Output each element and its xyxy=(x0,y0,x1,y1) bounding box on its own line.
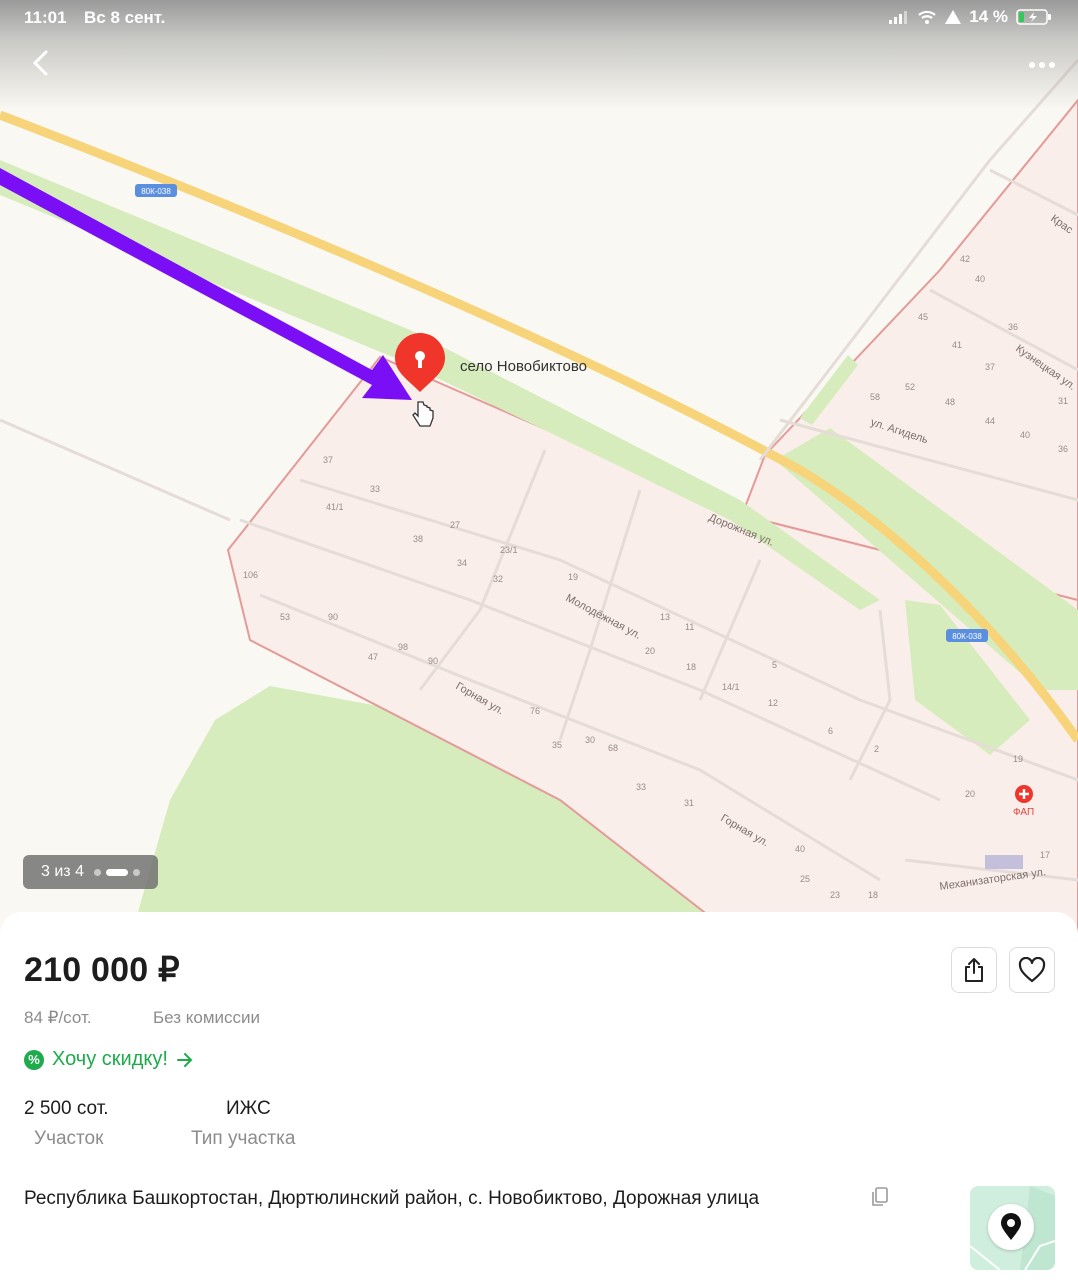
house-number: 18 xyxy=(686,662,696,672)
house-number: 27 xyxy=(450,520,460,530)
wifi-icon xyxy=(918,10,936,24)
house-number: 90 xyxy=(428,656,438,666)
copy-address-button[interactable] xyxy=(870,1186,890,1208)
house-number: 20 xyxy=(965,789,975,799)
status-indicators: 14 % xyxy=(889,7,1052,27)
house-number: 47 xyxy=(368,652,378,662)
house-number: 36 xyxy=(1008,322,1018,332)
copy-icon xyxy=(872,1187,888,1206)
house-number: 45 xyxy=(918,312,928,322)
house-number: 6 xyxy=(828,726,833,736)
house-number: 19 xyxy=(568,572,578,582)
house-number: 35 xyxy=(552,740,562,750)
house-number: 17 xyxy=(1040,850,1050,860)
more-button[interactable] xyxy=(1028,58,1056,70)
building xyxy=(985,855,1023,869)
back-button[interactable] xyxy=(26,48,56,78)
map-image[interactable]: 80К-038 80К-038 ул. Агидель Дорожная ул.… xyxy=(0,0,1078,940)
house-number: 106 xyxy=(243,570,258,580)
house-number: 19 xyxy=(1013,754,1023,764)
gallery-counter-text: 3 из 4 xyxy=(41,863,84,880)
house-number: 23/1 xyxy=(500,545,518,555)
house-number: 5 xyxy=(772,660,777,670)
address: Республика Башкортостан, Дюртюлинский ра… xyxy=(24,1188,760,1209)
house-number: 33 xyxy=(370,484,380,494)
battery-icon xyxy=(1016,9,1051,25)
param-area-value: 2 500 сот. xyxy=(24,1098,109,1119)
house-number: 38 xyxy=(413,534,423,544)
poi-label: ФАП xyxy=(1013,807,1034,818)
arrow-right-icon xyxy=(176,1052,193,1067)
listing-details: 210 000 ₽ 84 ₽/сот. Без комиссии % Хочу … xyxy=(0,912,1078,1280)
param-area-label: Участок xyxy=(34,1128,104,1149)
gallery-dots xyxy=(93,868,140,876)
price: 210 000 ₽ xyxy=(24,951,180,989)
house-number: 13 xyxy=(660,612,670,622)
param-type-value: ИЖС xyxy=(226,1098,271,1119)
house-number: 58 xyxy=(870,392,880,402)
discount-link[interactable]: % Хочу скидку! xyxy=(24,1048,194,1071)
share-button[interactable] xyxy=(951,947,997,993)
location-services-icon xyxy=(945,10,962,24)
chevron-left-icon xyxy=(32,50,48,76)
house-number: 34 xyxy=(457,558,467,568)
status-bar: 11:01 Вс 8 сент. 14 % xyxy=(0,0,1078,36)
house-number: 76 xyxy=(530,706,540,716)
house-number: 53 xyxy=(280,612,290,622)
map-graphic: 80К-038 80К-038 ул. Агидель Дорожная ул.… xyxy=(0,59,1078,940)
village-label: село Новобиктово xyxy=(460,358,587,375)
house-number: 90 xyxy=(328,612,338,622)
house-number: 48 xyxy=(945,397,955,407)
house-number: 40 xyxy=(1020,430,1030,440)
house-number: 25 xyxy=(800,874,810,884)
percent-icon: % xyxy=(24,1049,44,1070)
road-badge-text: 80К-038 xyxy=(141,187,171,196)
house-number: 44 xyxy=(985,416,995,426)
signal-icon xyxy=(889,10,908,24)
house-number: 36 xyxy=(1058,444,1068,454)
gallery-dot xyxy=(132,868,140,876)
house-number: 98 xyxy=(398,642,408,652)
house-number: 14/1 xyxy=(722,682,740,692)
house-number: 30 xyxy=(585,735,595,745)
heart-icon xyxy=(1018,957,1046,983)
gallery-counter: 3 из 4 xyxy=(23,855,158,889)
location-pin-button xyxy=(988,1204,1034,1250)
house-number: 12 xyxy=(768,698,778,708)
house-number: 41 xyxy=(952,340,962,350)
house-number: 11 xyxy=(685,622,694,632)
house-number: 40 xyxy=(795,844,805,854)
house-number: 37 xyxy=(323,455,333,465)
more-dots-icon xyxy=(1029,62,1055,68)
gallery-dot xyxy=(93,868,101,876)
location-pin-icon xyxy=(1001,1213,1021,1240)
house-number: 31 xyxy=(684,798,694,808)
share-icon xyxy=(965,958,983,982)
battery-percent: 14 % xyxy=(969,7,1008,26)
commission: Без комиссии xyxy=(153,1008,261,1027)
house-number: 2 xyxy=(874,744,879,754)
house-number: 52 xyxy=(905,382,915,392)
house-number: 23 xyxy=(830,890,840,900)
house-number: 37 xyxy=(985,362,995,372)
house-number: 32 xyxy=(493,574,503,584)
gallery-dot-active xyxy=(105,868,128,876)
house-number: 20 xyxy=(645,646,655,656)
road-badge-text: 80К-038 xyxy=(952,632,982,641)
mini-map-button[interactable] xyxy=(970,1186,1055,1270)
house-number: 41/1 xyxy=(326,502,344,512)
house-number: 33 xyxy=(636,782,646,792)
favorite-button[interactable] xyxy=(1009,947,1055,993)
house-number: 18 xyxy=(868,890,878,900)
house-number: 42 xyxy=(960,254,970,264)
price-per-unit: 84 ₽/сот. xyxy=(24,1008,92,1027)
pointer-arrow xyxy=(0,168,412,400)
discount-label: Хочу скидку! xyxy=(52,1048,168,1070)
status-date: Вс 8 сент. xyxy=(84,8,166,27)
status-time: 11:01 xyxy=(24,8,67,27)
house-number: 40 xyxy=(975,274,985,284)
param-type-label: Тип участка xyxy=(191,1128,296,1149)
house-number: 68 xyxy=(608,743,618,753)
house-number: 31 xyxy=(1058,396,1068,406)
